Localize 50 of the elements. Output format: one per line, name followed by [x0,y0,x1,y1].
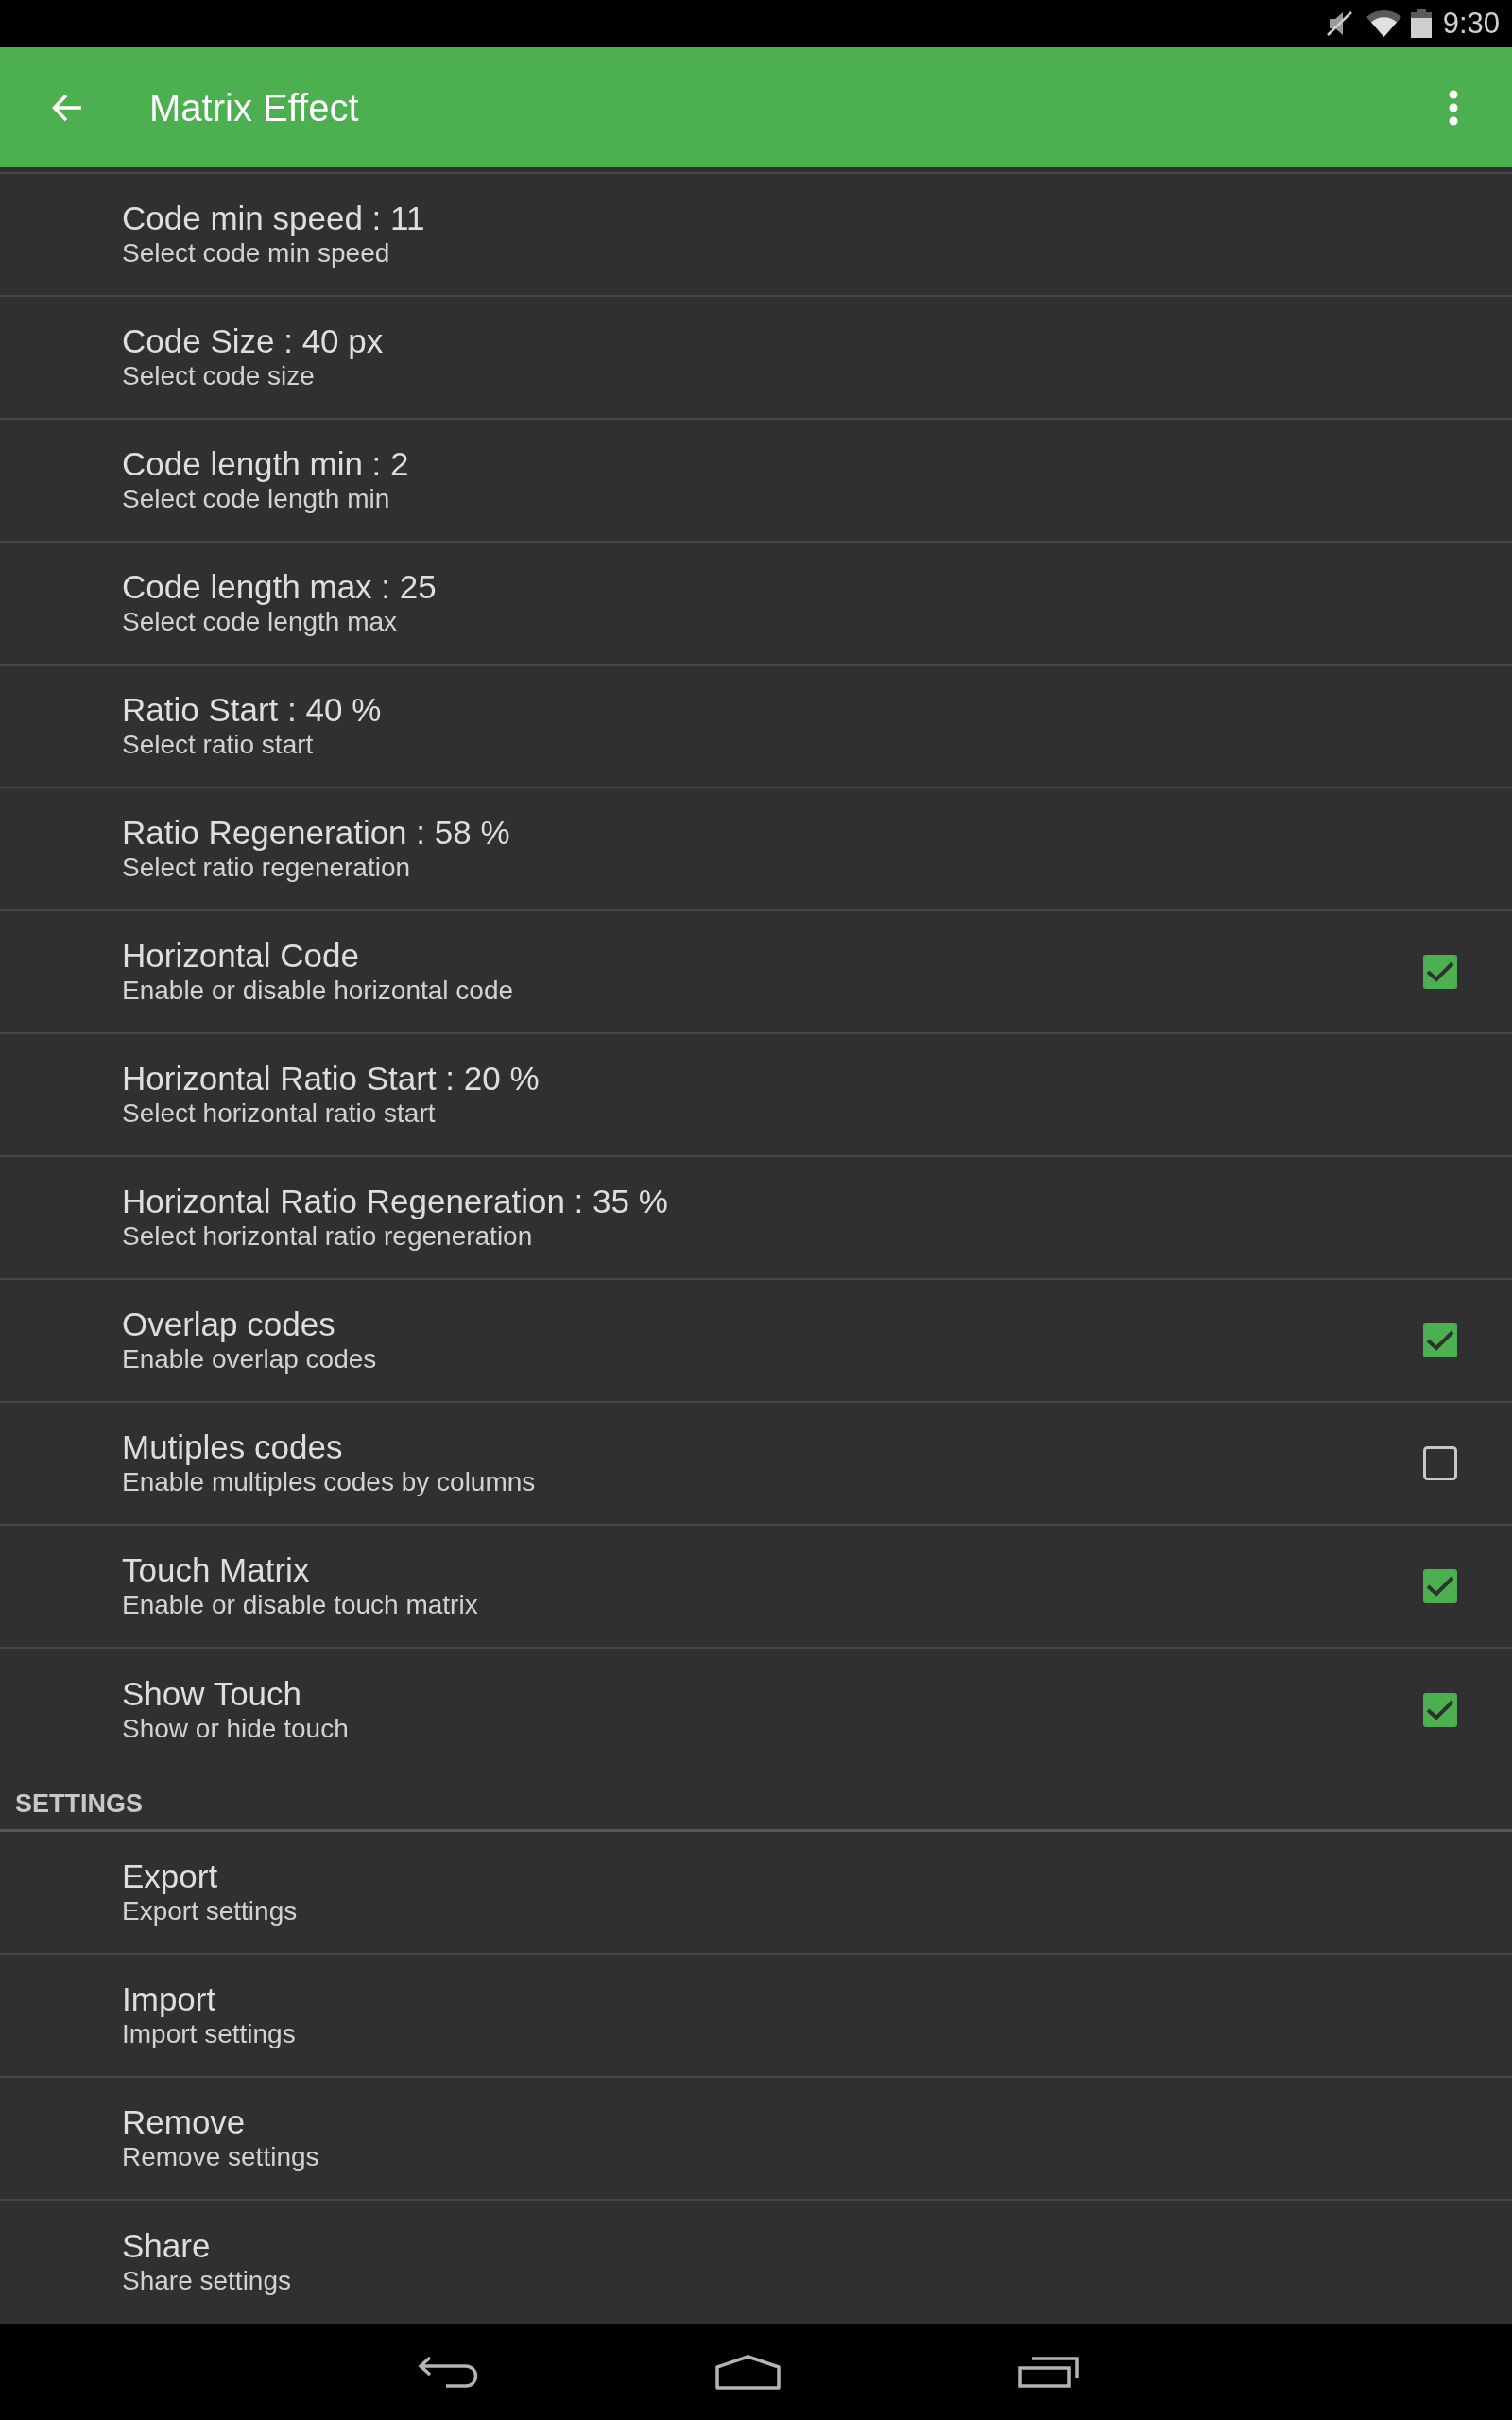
preference-summary: Enable or disable horizontal code [122,975,514,1007]
preference-title: Import [122,1980,216,2018]
app-bar-title: Matrix Effect [149,85,359,130]
preference-title: Export [122,1858,218,1895]
preference-title: Horizontal Ratio Regeneration : 35 % [122,1183,668,1220]
preference-summary: Enable or disable touch matrix [122,1589,478,1621]
battery-icon [1410,9,1432,38]
preference-title: Code Size : 40 px [122,322,384,360]
preference-title: Code min speed : 11 [122,199,425,237]
back-icon[interactable] [418,2356,478,2388]
preference-title: Ratio Regeneration : 58 % [122,814,510,852]
more-vertical-icon[interactable] [1449,89,1458,126]
recent-apps-icon[interactable] [1018,2356,1080,2388]
checkbox[interactable] [1423,1569,1457,1603]
checkbox[interactable] [1423,1323,1457,1357]
checkbox[interactable] [1423,1693,1457,1727]
preference-title: Overlap codes [122,1305,335,1343]
preference-title: Share [122,2227,211,2265]
preference-summary: Remove settings [122,2141,319,2173]
preference-title: Horizontal Ratio Start : 20 % [122,1060,540,1098]
preference-summary: Import settings [122,2018,296,2050]
preference-summary: Select code min speed [122,237,390,269]
checkbox[interactable] [1423,955,1457,989]
checkbox[interactable] [1423,1446,1457,1480]
muted-speaker-icon [1326,11,1352,36]
preference-summary: Select ratio start [122,729,314,761]
home-icon[interactable] [715,2354,781,2390]
back-arrow-icon[interactable] [52,92,82,123]
preference-summary: Select code length min [122,483,390,515]
preference-summary: Enable overlap codes [122,1343,377,1375]
preference-title: Touch Matrix [122,1551,310,1589]
preference-title: Ratio Start : 40 % [122,691,382,729]
preference-summary: Select horizontal ratio regeneration [122,1220,533,1253]
status-time: 9:30 [1442,7,1500,41]
preference-summary: Select code length max [122,606,398,638]
preference-title: Mutiples codes [122,1428,343,1466]
preference-summary: Enable multiples codes by columns [122,1466,536,1498]
preference-summary: Select code size [122,360,315,392]
preference-title: Horizontal Code [122,937,359,975]
preference-title: Show Touch [122,1675,302,1713]
preference-title: Code length max : 25 [122,568,437,606]
preference-summary: Select ratio regeneration [122,852,411,884]
preference-title: Remove [122,2103,246,2141]
preference-summary: Select horizontal ratio start [122,1098,436,1130]
preference-summary: Export settings [122,1895,298,1927]
wifi-icon [1366,10,1401,37]
section-header: SETTINGS [15,1788,143,1819]
preference-summary: Show or hide touch [122,1713,349,1745]
preference-summary: Share settings [122,2265,291,2297]
preference-title: Code length min : 2 [122,445,409,483]
